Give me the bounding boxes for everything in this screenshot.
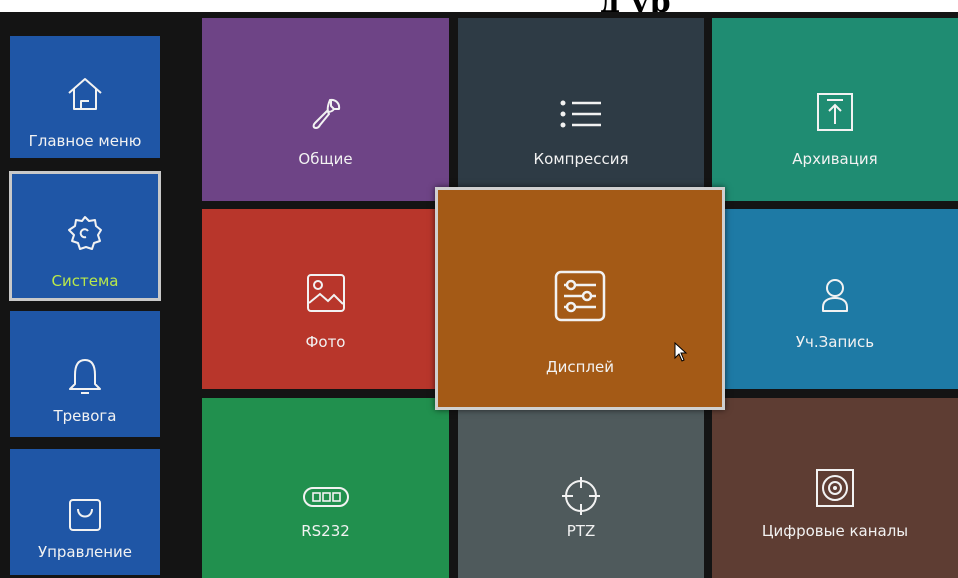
upload-icon — [816, 92, 854, 132]
wrench-icon — [308, 96, 344, 132]
sidebar-item-label: Главное меню — [28, 132, 142, 150]
sidebar-item-label: Управление — [37, 543, 133, 561]
serial-port-icon — [302, 486, 350, 508]
tile-rs232[interactable]: RS232 — [202, 398, 449, 578]
tile-display[interactable]: Дисплей — [435, 187, 725, 410]
sliders-icon — [554, 270, 606, 322]
gear-icon — [66, 214, 104, 252]
sidebar-item-label: Система — [51, 272, 119, 290]
sidebar-item-main-menu[interactable]: Главное меню — [10, 36, 160, 158]
menu-screen: Главное меню Система Тревога Управление … — [0, 12, 958, 578]
tile-label: Цифровые каналы — [761, 522, 909, 540]
tile-general[interactable]: Общие — [202, 18, 449, 201]
sidebar-item-management[interactable]: Управление — [10, 449, 160, 575]
crosshair-icon — [561, 476, 601, 516]
bell-icon — [67, 357, 103, 397]
tile-compression[interactable]: Компрессия — [458, 18, 704, 201]
tile-label: Компрессия — [533, 150, 629, 168]
list-icon — [559, 98, 603, 130]
tile-label: RS232 — [301, 522, 350, 540]
image-icon — [306, 273, 346, 313]
tile-ptz[interactable]: PTZ — [458, 398, 704, 578]
home-icon — [66, 76, 104, 112]
speaker-icon — [815, 468, 855, 508]
tile-archive[interactable]: Архивация — [712, 18, 958, 201]
tile-label: Архивация — [792, 150, 878, 168]
tile-photo[interactable]: Фото — [202, 209, 449, 389]
sidebar-item-system[interactable]: Система — [9, 171, 161, 301]
tile-label: PTZ — [566, 522, 596, 540]
mouse-cursor-icon — [674, 342, 688, 362]
sidebar-item-label: Тревога — [53, 407, 117, 425]
user-icon — [820, 277, 850, 313]
tile-label: Общие — [298, 150, 353, 168]
tile-label: Уч.Запись — [795, 333, 875, 351]
tile-label: Фото — [305, 333, 346, 351]
sidebar-item-alarm[interactable]: Тревога — [10, 311, 160, 437]
tile-recording[interactable]: Уч.Запись — [712, 209, 958, 389]
bag-icon — [67, 497, 103, 533]
tile-digital-channels[interactable]: Цифровые каналы — [712, 398, 958, 578]
